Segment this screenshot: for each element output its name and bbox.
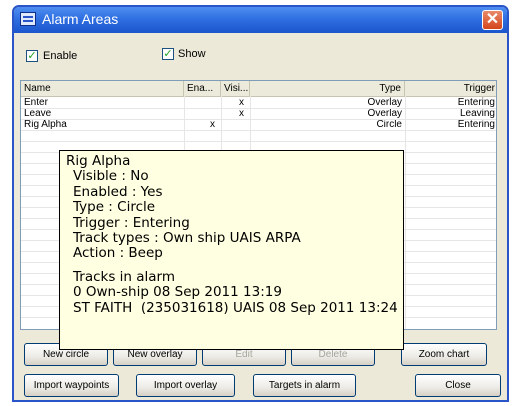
table-row[interactable]: Leave x Overlay Leaving bbox=[21, 108, 496, 119]
column-header-visible[interactable]: Visi... bbox=[221, 81, 250, 96]
tooltip-track-types: Track types : Own ship UAIS ARPA bbox=[73, 229, 301, 246]
row-type: Overlay bbox=[367, 97, 402, 108]
grid-line bbox=[21, 119, 496, 120]
targets-in-alarm-button[interactable]: Targets in alarm bbox=[253, 374, 356, 397]
row-name: Enter bbox=[24, 97, 48, 108]
row-trigger: Entering bbox=[457, 119, 495, 130]
tooltip-title: Rig Alpha bbox=[66, 153, 131, 169]
grid-line bbox=[21, 130, 496, 131]
row-visible: x bbox=[239, 97, 244, 108]
tooltip-visible: Visible : No bbox=[73, 168, 149, 185]
row-type: Overlay bbox=[367, 108, 402, 119]
table-row[interactable]: Enter x Overlay Entering bbox=[21, 97, 496, 108]
tooltip-tracks-header: Tracks in alarm bbox=[73, 268, 176, 285]
show-checkbox[interactable]: ✓ bbox=[162, 48, 174, 60]
tooltip-track-1: 0 Own-ship 08 Sep 2011 13:19 bbox=[73, 284, 282, 301]
enable-label: Enable bbox=[43, 50, 78, 62]
row-enabled bbox=[184, 108, 221, 119]
show-label: Show bbox=[178, 48, 206, 60]
close-button[interactable]: Close bbox=[415, 374, 501, 397]
row-name: Rig Alpha bbox=[24, 119, 67, 130]
window-title: Alarm Areas bbox=[42, 11, 119, 27]
tooltip-track-2: ST FAITH (235031618) UAIS 08 Sep 2011 13… bbox=[73, 299, 398, 316]
tooltip-enabled: Enabled : Yes bbox=[73, 183, 163, 200]
column-header-type[interactable]: Type bbox=[250, 81, 405, 96]
table-row[interactable]: Rig Alpha x Circle Entering bbox=[21, 119, 496, 130]
row-name: Leave bbox=[24, 108, 52, 119]
row-trigger: Entering bbox=[457, 97, 495, 108]
row-visible bbox=[221, 119, 250, 130]
row-trigger: Leaving bbox=[459, 108, 495, 119]
table-header: Name Ena... Visi... Type Trigger bbox=[21, 81, 496, 97]
grid-line bbox=[21, 108, 496, 109]
tooltip-action: Action : Beep bbox=[73, 245, 163, 262]
import-waypoints-button[interactable]: Import waypoints bbox=[24, 374, 119, 397]
zoom-chart-button[interactable]: Zoom chart bbox=[401, 343, 487, 366]
column-header-name[interactable]: Name bbox=[21, 81, 184, 96]
tooltip-type: Type : Circle bbox=[73, 199, 156, 216]
window-icon bbox=[20, 12, 36, 26]
close-icon[interactable]: ✕ bbox=[482, 10, 503, 30]
enable-checkbox[interactable]: ✓ bbox=[26, 50, 38, 62]
title-bar[interactable]: Alarm Areas ✕ bbox=[14, 7, 507, 33]
row-enabled: x bbox=[210, 119, 215, 130]
column-header-enabled[interactable]: Ena... bbox=[184, 81, 221, 96]
row-enabled bbox=[184, 97, 221, 108]
tooltip-trigger: Trigger : Entering bbox=[73, 214, 190, 231]
alarm-area-tooltip: Rig Alpha Visible : No Enabled : Yes Typ… bbox=[59, 150, 404, 350]
grid-line bbox=[21, 141, 496, 142]
import-overlay-button[interactable]: Import overlay bbox=[136, 374, 235, 397]
column-header-trigger[interactable]: Trigger bbox=[405, 81, 496, 96]
row-visible: x bbox=[239, 108, 244, 119]
row-type: Circle bbox=[376, 119, 402, 130]
